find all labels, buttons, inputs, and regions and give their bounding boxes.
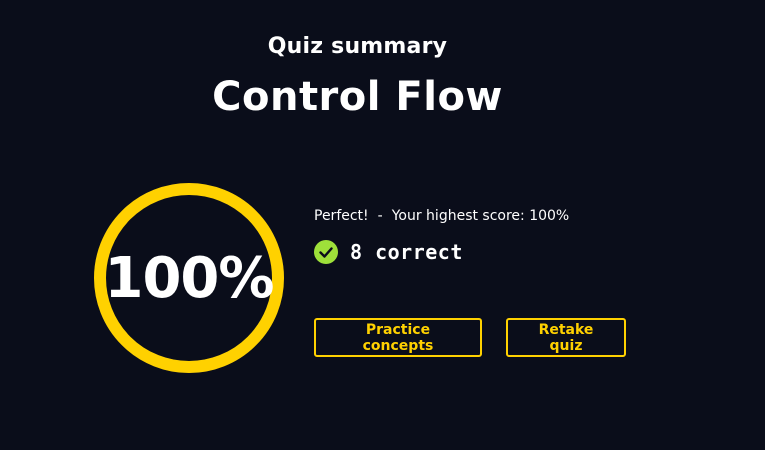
practice-concepts-button[interactable]: Practice concepts xyxy=(314,318,482,357)
result-details: Perfect! - Your highest score: 100% 8 corr… xyxy=(314,208,569,264)
result-message: Perfect! xyxy=(314,208,369,224)
score-ring: 100% xyxy=(92,181,286,375)
score-percent: 100% xyxy=(104,245,274,311)
action-buttons: Practice concepts Retake quiz xyxy=(314,318,626,357)
page-title: Control Flow xyxy=(212,74,503,120)
correct-count-row: 8 correct xyxy=(314,240,569,264)
result-separator: - xyxy=(377,208,383,224)
page-eyebrow: Quiz summary xyxy=(267,34,448,59)
correct-count: 8 correct xyxy=(350,240,463,264)
check-circle-icon xyxy=(314,240,338,264)
quiz-summary-page: Quiz summary Control Flow 100% Perfect! -… xyxy=(0,0,765,450)
retake-quiz-button[interactable]: Retake quiz xyxy=(506,318,626,357)
highest-score: Your highest score: 100% xyxy=(391,208,570,224)
score-line: Perfect! - Your highest score: 100% xyxy=(314,208,569,224)
